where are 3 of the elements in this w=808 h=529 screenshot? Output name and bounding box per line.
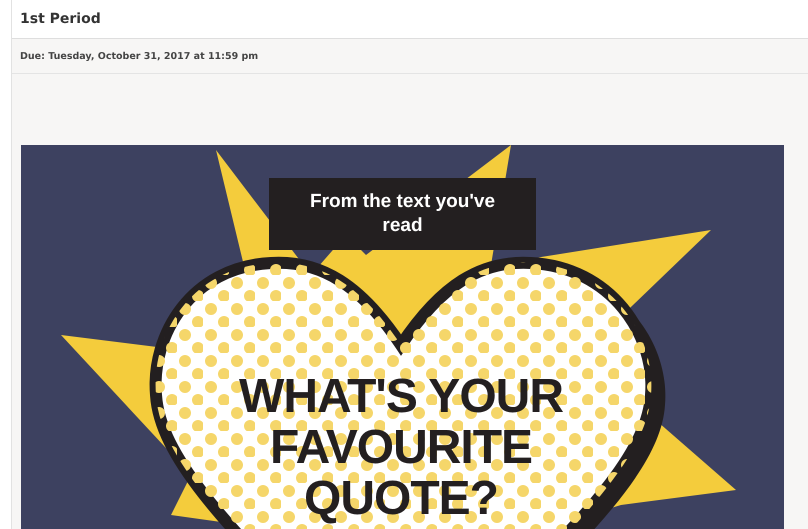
page-title: 1st Period [20,11,101,27]
caption-text: From the text you've read [269,178,536,250]
due-date: Due: Tuesday, October 31, 2017 at 11:59 pm [20,50,258,62]
